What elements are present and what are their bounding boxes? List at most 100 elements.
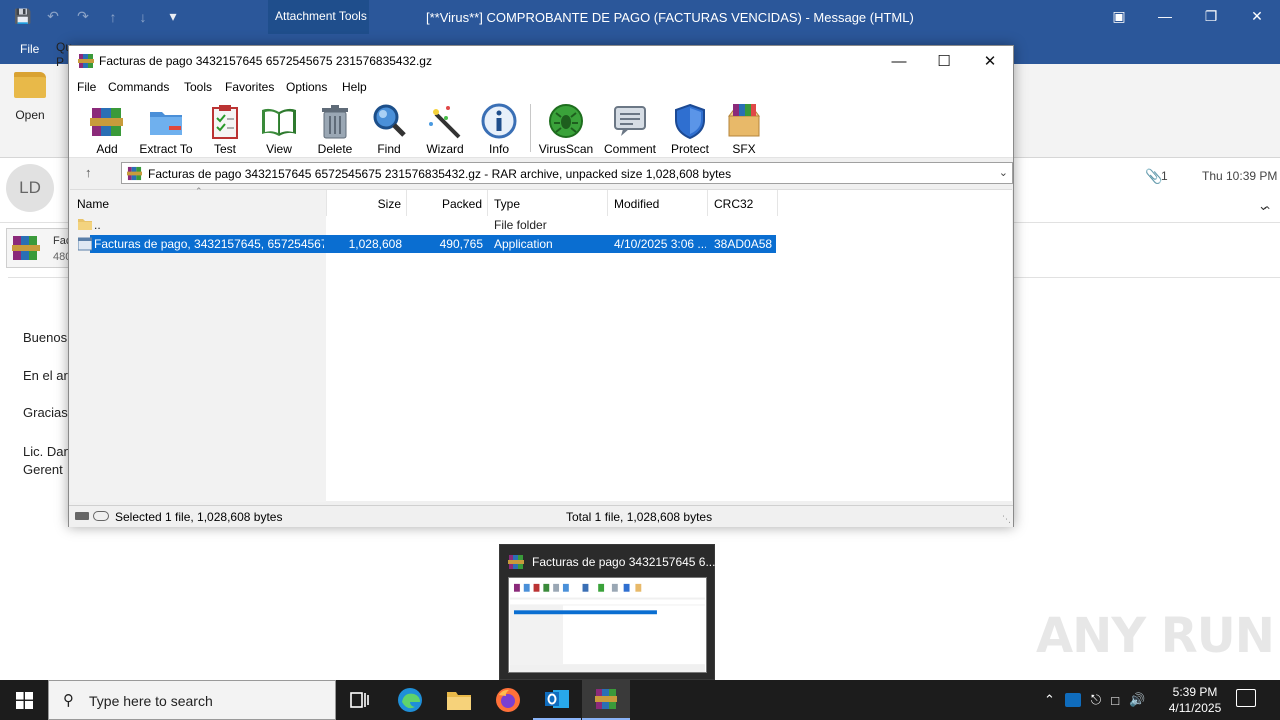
column-header-name[interactable]: ⌃ Name bbox=[70, 186, 327, 216]
row-crc32: 38AD0A58 bbox=[714, 237, 773, 251]
clock-time: 5:39 PM bbox=[1172, 685, 1218, 699]
column-header-size[interactable]: Size bbox=[327, 190, 407, 216]
system-clock[interactable]: 5:39 PM 4/11/2025 bbox=[1162, 684, 1228, 716]
chevron-down-icon[interactable]: ⌄ bbox=[999, 166, 1008, 179]
taskbar-winrar[interactable] bbox=[582, 680, 630, 720]
firefox-icon bbox=[496, 688, 520, 712]
network-icon[interactable]: □ bbox=[1111, 693, 1119, 708]
outlook-tray-icon[interactable] bbox=[1064, 693, 1081, 707]
add-archive-icon bbox=[90, 108, 123, 136]
menu-tools[interactable]: Tools bbox=[184, 80, 212, 94]
drive-icon[interactable] bbox=[75, 512, 89, 520]
tab-file[interactable]: File bbox=[20, 42, 39, 56]
redo-icon[interactable]: ↷ bbox=[74, 8, 92, 25]
show-hidden-icons-icon[interactable]: ⌃ bbox=[1044, 692, 1055, 708]
key-icon[interactable] bbox=[93, 511, 109, 521]
taskbar-search-box[interactable]: ⚲ Type here to search bbox=[48, 680, 336, 720]
body-line: En el ar bbox=[23, 368, 68, 383]
sfx-button[interactable]: SFX bbox=[714, 102, 774, 156]
search-placeholder: Type here to search bbox=[89, 693, 213, 709]
open-button[interactable]: Open bbox=[10, 72, 50, 122]
test-label: Test bbox=[213, 142, 236, 156]
column-header-packed[interactable]: Packed bbox=[407, 190, 488, 216]
row-packed: 490,765 bbox=[439, 237, 483, 251]
close-button[interactable]: ✕ bbox=[967, 46, 1013, 76]
volume-icon[interactable]: 🔊 bbox=[1129, 692, 1145, 708]
down-arrow-icon[interactable]: ↓ bbox=[134, 9, 152, 25]
save-icon[interactable]: 💾 bbox=[14, 8, 32, 25]
taskbar: ⚲ Type here to search ⌃ ⎋ □ 🔊 5:39 PM 4/… bbox=[0, 680, 1280, 720]
menu-help[interactable]: Help bbox=[342, 80, 367, 94]
minimize-button[interactable]: — bbox=[876, 46, 922, 76]
view-label: View bbox=[266, 142, 292, 156]
sort-ascending-icon: ⌃ bbox=[195, 186, 203, 196]
comment-button[interactable]: Comment bbox=[600, 102, 660, 156]
test-button[interactable]: Test bbox=[195, 102, 255, 156]
view-book-icon bbox=[262, 108, 296, 136]
table-row[interactable]: Facturas de pago, 3432157645, 6572545675… bbox=[70, 235, 1012, 253]
column-header-modified[interactable]: Modified bbox=[608, 190, 708, 216]
winrar-window: Facturas de pago 3432157645 6572545675 2… bbox=[68, 45, 1014, 527]
add-label: Add bbox=[96, 142, 118, 156]
ribbon-display-icon[interactable]: ▣ bbox=[1096, 0, 1142, 32]
row-type: Application bbox=[494, 237, 553, 251]
folder-open-icon bbox=[14, 72, 46, 98]
resize-grip[interactable]: ⋱ bbox=[1002, 514, 1011, 525]
column-header-type[interactable]: Type bbox=[488, 190, 608, 216]
undo-icon[interactable]: ↶ bbox=[44, 8, 62, 25]
paperclip-icon: 📎 bbox=[1145, 168, 1163, 184]
meet-now-icon[interactable]: ⎋ bbox=[1091, 692, 1101, 708]
menu-commands[interactable]: Commands bbox=[108, 80, 169, 94]
taskbar-edge[interactable] bbox=[386, 680, 434, 720]
extract-to-label: Extract To bbox=[139, 142, 193, 156]
minimize-button[interactable]: — bbox=[1142, 0, 1188, 32]
taskbar-thumbnail-preview[interactable]: Facturas de pago 3432157645 6... bbox=[499, 544, 715, 680]
notification-center-icon[interactable] bbox=[1236, 689, 1256, 707]
up-one-level-icon[interactable]: ↑ bbox=[85, 165, 92, 180]
magnifier-icon bbox=[373, 104, 406, 137]
task-view-button[interactable] bbox=[336, 680, 384, 720]
taskbar-outlook[interactable] bbox=[533, 680, 581, 720]
status-total: Total 1 file, 1,028,608 bytes bbox=[566, 510, 713, 524]
protect-button[interactable]: Protect bbox=[660, 102, 720, 156]
sfx-box-icon bbox=[728, 104, 760, 137]
menu-favorites[interactable]: Favorites bbox=[225, 80, 274, 94]
up-arrow-icon[interactable]: ↑ bbox=[104, 9, 122, 25]
expand-header-icon[interactable]: ⌄ bbox=[1258, 198, 1269, 214]
find-button[interactable]: Find bbox=[359, 102, 419, 156]
info-button[interactable]: Info bbox=[469, 102, 529, 156]
extract-to-button[interactable]: Extract To bbox=[136, 102, 196, 156]
delete-button[interactable]: Delete bbox=[305, 102, 365, 156]
attachment-chip[interactable]: Fac 480 bbox=[6, 228, 76, 268]
table-row[interactable]: .. File folder bbox=[70, 216, 1012, 234]
avatar: LD bbox=[6, 164, 54, 212]
archive-path-combobox[interactable]: Facturas de pago 3432157645 6572545675 2… bbox=[121, 162, 1013, 184]
search-icon: ⚲ bbox=[63, 692, 74, 709]
restore-button[interactable]: ❐ bbox=[1188, 0, 1234, 32]
column-header-crc32[interactable]: CRC32 bbox=[708, 190, 778, 216]
maximize-button[interactable]: ☐ bbox=[921, 46, 967, 76]
window-title: [**Virus**] COMPROBANTE DE PAGO (FACTURA… bbox=[426, 10, 914, 25]
add-button[interactable]: Add bbox=[77, 102, 137, 156]
menu-file[interactable]: File bbox=[77, 80, 96, 94]
virusscan-button[interactable]: VirusScan bbox=[536, 102, 596, 156]
folder-icon bbox=[447, 692, 471, 710]
attachment-tools-tab[interactable]: Attachment Tools bbox=[268, 0, 369, 34]
close-button[interactable]: ✕ bbox=[1234, 0, 1280, 32]
file-list: ⌃ Name Size Packed Type Modified CRC32 .… bbox=[70, 186, 1012, 502]
wizard-button[interactable]: Wizard bbox=[415, 102, 475, 156]
body-line: Lic. Dan bbox=[23, 444, 71, 459]
customize-qat-icon[interactable]: ▾ bbox=[164, 8, 182, 25]
winrar-toolbar: Add Extract To Test View Delete Find Wiz… bbox=[69, 98, 1013, 158]
menu-options[interactable]: Options bbox=[286, 80, 327, 94]
winrar-menubar: File Commands Tools Favorites Options He… bbox=[69, 76, 1013, 98]
extract-folder-icon bbox=[150, 112, 182, 135]
attachment-count: 1 bbox=[1161, 169, 1168, 183]
body-line: Gracias bbox=[23, 405, 68, 420]
view-button[interactable]: View bbox=[249, 102, 309, 156]
taskbar-file-explorer[interactable] bbox=[435, 680, 483, 720]
taskbar-firefox[interactable] bbox=[484, 680, 532, 720]
start-button[interactable] bbox=[0, 680, 48, 720]
info-label: Info bbox=[488, 142, 509, 156]
toolbar-separator bbox=[530, 104, 531, 152]
